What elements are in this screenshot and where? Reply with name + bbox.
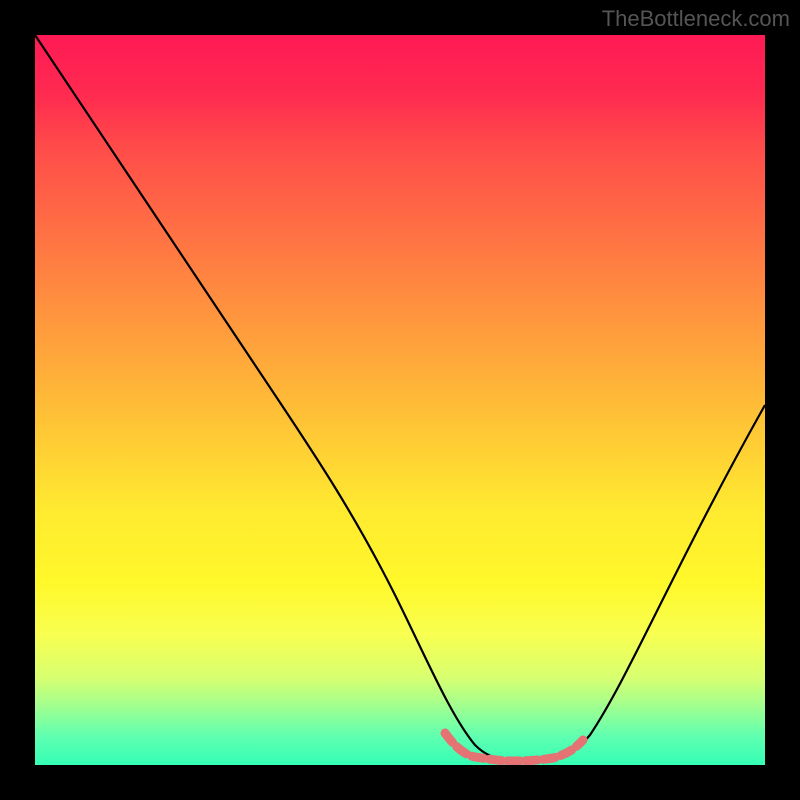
chart-container: TheBottleneck.com	[0, 0, 800, 800]
watermark-text: TheBottleneck.com	[602, 6, 790, 32]
bottleneck-curve	[35, 35, 765, 761]
curve-layer	[35, 35, 765, 765]
highlight-segment	[445, 733, 583, 761]
plot-area	[35, 35, 765, 765]
